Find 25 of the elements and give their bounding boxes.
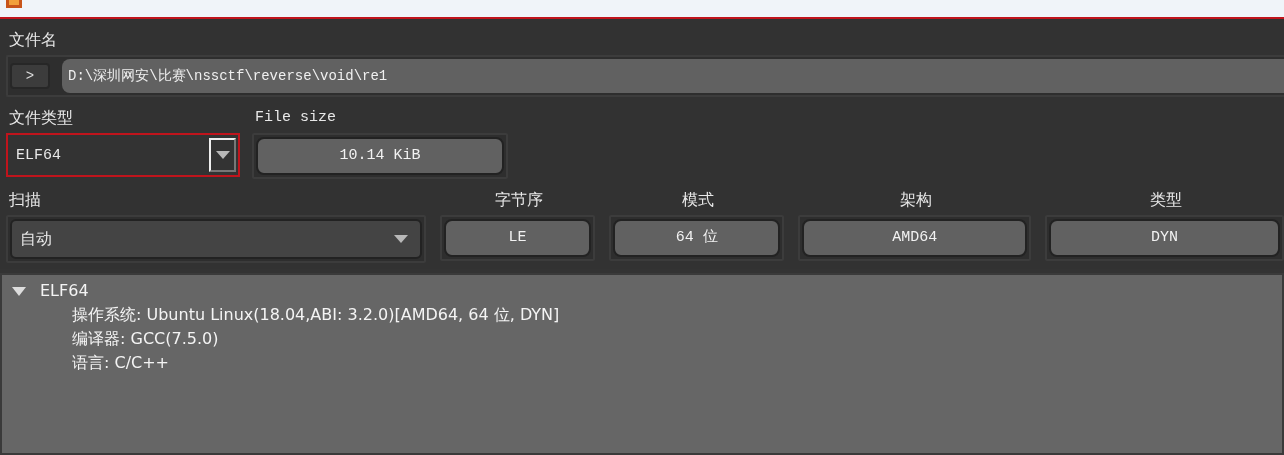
- info-value: LE: [443, 219, 592, 257]
- file-path-field[interactable]: D:\深圳网安\比赛\nssctf\reverse\void\re1: [62, 59, 1284, 93]
- tree-item[interactable]: 语言: C/C++: [12, 351, 1282, 375]
- tree-item[interactable]: 编译器: GCC(7.5.0): [12, 327, 1282, 351]
- info-value: AMD64: [802, 219, 1028, 257]
- field-label: 模式: [681, 189, 716, 211]
- field-label: 类型: [1149, 189, 1184, 211]
- info-value: 64 位: [613, 219, 781, 257]
- expanded-arrow-icon[interactable]: [12, 286, 26, 296]
- field-label: 架构: [899, 189, 934, 211]
- dropdown-arrow-icon: [393, 235, 408, 243]
- scan-mode-dropdown[interactable]: 自动: [10, 219, 422, 259]
- info-value: DYN: [1049, 219, 1280, 257]
- file-size-value: 10.14 KiB: [256, 137, 504, 175]
- tree-item[interactable]: ELF64: [40, 279, 89, 303]
- field-label: 文件名: [8, 29, 58, 51]
- field-label: 文件类型: [8, 107, 74, 129]
- app-icon: [6, 0, 22, 8]
- field-label: 字节序: [494, 189, 545, 211]
- field-label: 扫描: [8, 189, 42, 211]
- tree-item[interactable]: 操作系统: Ubuntu Linux(18.04,ABI: 3.2.0)[AMD64, 64 位, DYN]: [12, 303, 1282, 327]
- browse-button[interactable]: >: [10, 63, 50, 89]
- dropdown-arrow-icon: [215, 151, 230, 159]
- file-type-dropdown[interactable]: ELF64: [6, 133, 240, 177]
- field-label: File size: [254, 108, 337, 128]
